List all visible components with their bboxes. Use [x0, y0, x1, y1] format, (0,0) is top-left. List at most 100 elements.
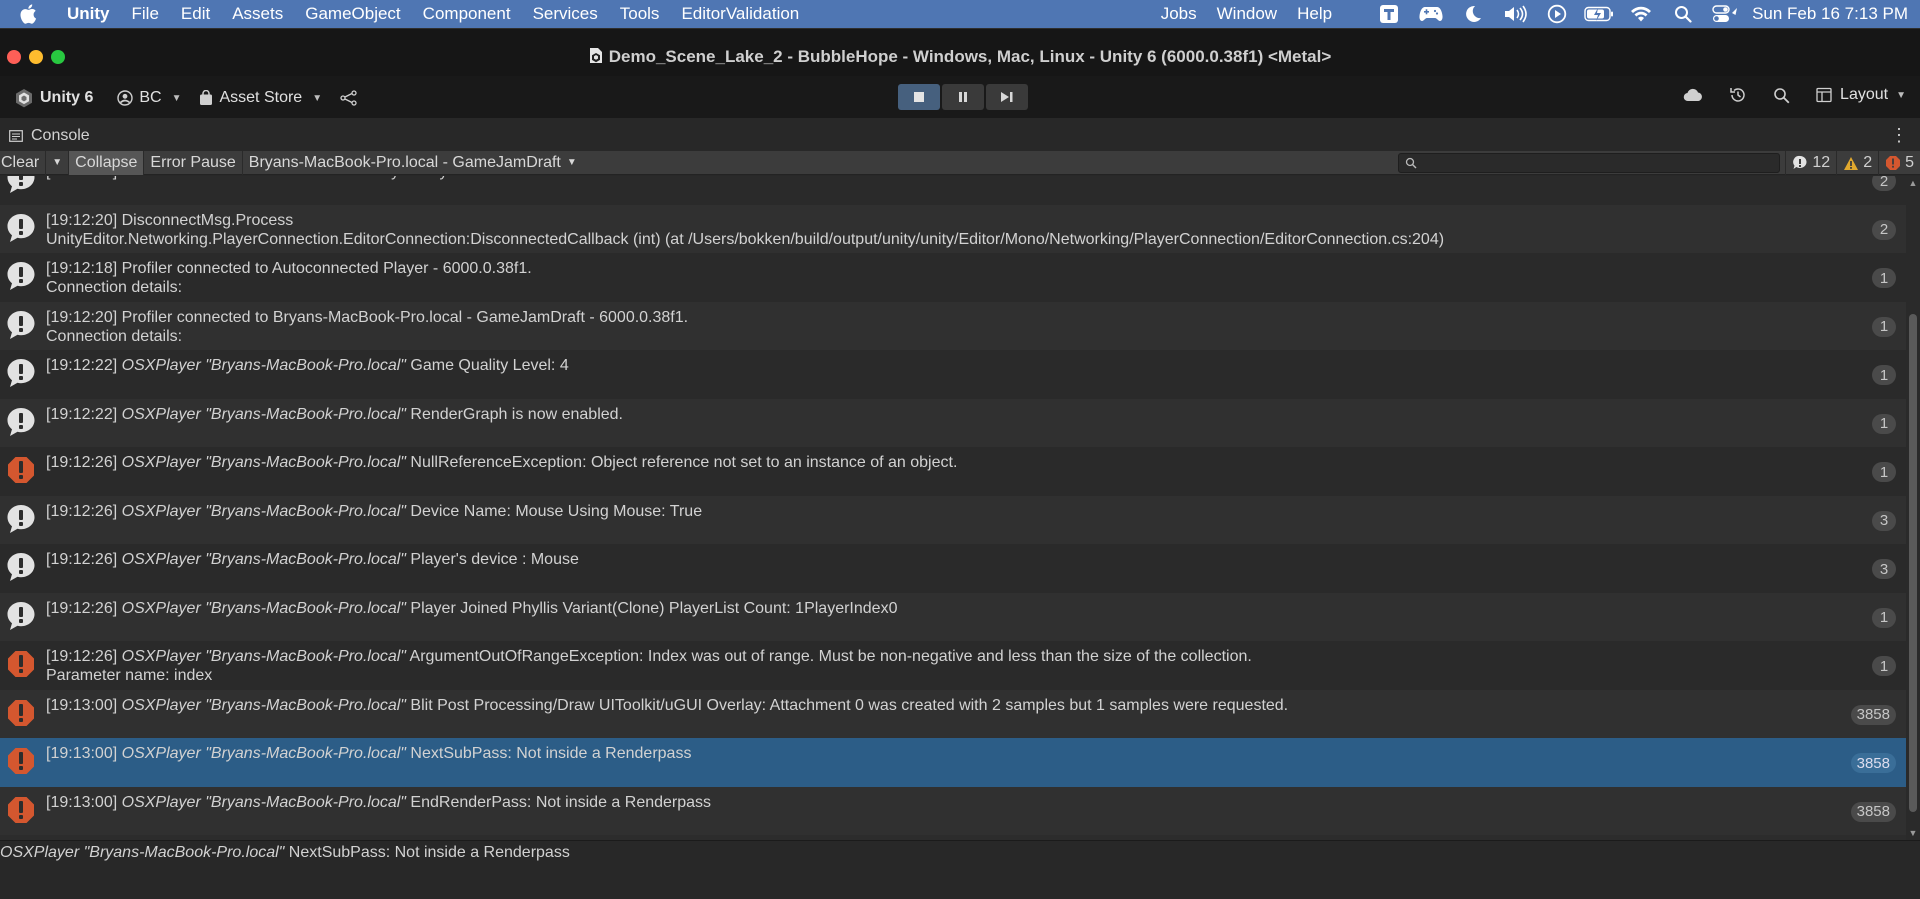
player-connection-dropdown[interactable]: Bryans-MacBook-Pro.local - GameJamDraft …	[243, 151, 583, 175]
log-entry-line1: [19:12:26] OSXPlayer "Bryans-MacBook-Pro…	[46, 599, 897, 618]
log-entry-prefix: [19:12:20] Profiler connected to Bryans-…	[46, 308, 689, 326]
unity-scene-icon	[589, 47, 603, 69]
collapse-toggle[interactable]: Collapse	[69, 150, 145, 175]
log-entry-origin: OSXPlayer "Bryans-MacBook-Pro.local"	[121, 745, 406, 762]
log-entry-line1: [19:12:26] OSXPlayer "Bryans-MacBook-Pro…	[46, 502, 702, 521]
search-icon[interactable]	[1773, 87, 1790, 104]
log-entry-origin: OSXPlayer "Bryans-MacBook-Pro.local"	[121, 551, 406, 568]
menu-tools[interactable]: Tools	[609, 4, 671, 24]
menu-app-unity[interactable]: Unity	[56, 4, 121, 24]
warning-icon	[1844, 156, 1859, 170]
error-toggle[interactable]: 5	[1878, 151, 1920, 175]
menu-file[interactable]: File	[121, 4, 170, 24]
status-icons	[1368, 0, 1746, 28]
scroll-up-icon[interactable]: ▲	[1908, 178, 1918, 188]
error-icon	[6, 697, 36, 734]
log-entry-count-badge: 1	[1872, 413, 1896, 434]
warning-count: 2	[1863, 154, 1873, 171]
history-icon[interactable]	[1729, 86, 1747, 104]
log-entry-row[interactable]: [19:13:00] OSXPlayer "Bryans-MacBook-Pro…	[0, 689, 1906, 738]
window-title: Demo_Scene_Lake_2 - BubbleHope - Windows…	[0, 47, 1920, 69]
menu-jobs[interactable]: Jobs	[1151, 4, 1207, 24]
log-counters: 12 2 5	[1785, 151, 1920, 175]
menu-assets[interactable]: Assets	[221, 4, 294, 24]
log-entry-message: Device Name: Mouse Using Mouse: True	[405, 502, 703, 520]
menu-window[interactable]: Window	[1207, 4, 1287, 24]
layout-icon	[1816, 87, 1832, 103]
log-entry-line1: [19:12:20] DisconnectMsg.Process	[46, 211, 1444, 230]
apple-menu-icon[interactable]	[0, 4, 56, 24]
moon-icon[interactable]	[1452, 0, 1494, 28]
info-icon	[6, 176, 36, 200]
menu-editorvalidation[interactable]: EditorValidation	[670, 4, 810, 24]
warning-toggle[interactable]: 2	[1836, 151, 1878, 175]
menu-edit[interactable]: Edit	[170, 4, 221, 24]
log-entry-row[interactable]: [19:13:00] OSXPlayer "Bryans-MacBook-Pro…	[0, 786, 1906, 835]
log-entry-line1: [19:12:18] Profiler connected to Autocon…	[46, 259, 532, 278]
step-button[interactable]	[986, 84, 1028, 110]
menu-help[interactable]: Help	[1287, 4, 1342, 24]
clear-button[interactable]: Clear	[0, 150, 47, 175]
chevron-down-icon: ▼	[312, 92, 323, 104]
log-entry-message: RenderGraph is now enabled.	[405, 405, 623, 423]
log-entry-row[interactable]: [19:12:18] Profiler connected to Autocon…	[0, 253, 1906, 302]
log-entry-row[interactable]: [19:12:26] OSXPlayer "Bryans-MacBook-Pro…	[0, 447, 1906, 496]
clear-options-dropdown[interactable]: ▼	[46, 150, 70, 175]
volume-icon[interactable]	[1494, 0, 1536, 28]
log-list-scrollbar[interactable]: ▲ ▼	[1906, 176, 1920, 840]
log-entry-row[interactable]: [19:13:00] OSXPlayer "Bryans-MacBook-Pro…	[0, 738, 1906, 787]
log-entry-row[interactable]: [19:12:20] Profiler has autoconnected to…	[0, 176, 1906, 205]
console-search-input[interactable]	[1399, 154, 1779, 172]
log-entry-count-badge: 3	[1872, 510, 1896, 531]
log-entry-row[interactable]: [19:12:26] OSXPlayer "Bryans-MacBook-Pro…	[0, 495, 1906, 544]
account-dropdown[interactable]: BC ▼	[111, 86, 193, 110]
log-entry-line1: [19:13:00] OSXPlayer "Bryans-MacBook-Pro…	[46, 696, 1288, 715]
log-entry-prefix: [19:12:26]	[46, 502, 122, 520]
cloud-icon[interactable]	[1683, 88, 1703, 102]
battery-icon[interactable]	[1578, 0, 1620, 28]
more-options-icon[interactable]: ⋮	[1890, 126, 1908, 144]
detail-origin: OSXPlayer "Bryans-MacBook-Pro.local"	[0, 844, 285, 861]
info-toggle[interactable]: 12	[1785, 151, 1836, 175]
stop-icon	[914, 92, 924, 102]
menu-services[interactable]: Services	[522, 4, 609, 24]
menubar-clock[interactable]: Sun Feb 16 7:13 PM	[1746, 4, 1920, 24]
log-entry-row[interactable]: [19:12:26] OSXPlayer "Bryans-MacBook-Pro…	[0, 592, 1906, 641]
log-entry-message: Game Quality Level: 4	[405, 357, 569, 374]
info-icon	[1793, 155, 1807, 169]
log-entry-origin: OSXPlayer "Bryans-MacBook-Pro.local"	[121, 696, 406, 714]
log-entry-row[interactable]: [19:12:26] OSXPlayer "Bryans-MacBook-Pro…	[0, 544, 1906, 593]
wifi-icon[interactable]	[1620, 0, 1662, 28]
gamepad-icon[interactable]	[1410, 0, 1452, 28]
asset-store-dropdown[interactable]: Asset Store ▼	[193, 86, 334, 110]
play-stop-button[interactable]	[898, 84, 940, 110]
log-entry-row[interactable]: [19:12:26] OSXPlayer "Bryans-MacBook-Pro…	[0, 641, 1906, 690]
control-center-icon[interactable]	[1704, 0, 1746, 28]
log-entry-text: [19:12:26] OSXPlayer "Bryans-MacBook-Pro…	[46, 502, 702, 521]
account-label: BC	[139, 89, 162, 106]
log-entry-row[interactable]: [19:12:22] OSXPlayer "Bryans-MacBook-Pro…	[0, 398, 1906, 447]
search-icon[interactable]	[1662, 0, 1704, 28]
menu-component[interactable]: Component	[412, 4, 522, 24]
log-detail-text[interactable]: OSXPlayer "Bryans-MacBook-Pro.local" Nex…	[0, 844, 570, 862]
error-pause-toggle[interactable]: Error Pause	[144, 150, 243, 175]
log-entry-line1: [19:12:26] OSXPlayer "Bryans-MacBook-Pro…	[46, 647, 1252, 666]
layout-dropdown[interactable]: Layout ▼	[1816, 86, 1906, 104]
pause-button[interactable]	[942, 84, 984, 110]
version-control-button[interactable]	[334, 86, 370, 110]
scrollbar-thumb[interactable]	[1909, 314, 1917, 812]
tab-console[interactable]: Console	[0, 127, 90, 145]
mac-menubar: Unity File Edit Assets GameObject Compon…	[0, 0, 1920, 28]
unity-version-button[interactable]: Unity 6	[8, 86, 105, 110]
log-entry-row[interactable]: [19:12:20] DisconnectMsg.Process UnityEdi…	[0, 204, 1906, 253]
chevron-down-icon: ▼	[566, 157, 577, 168]
play-circle-icon[interactable]	[1536, 0, 1578, 28]
log-entry-prefix: [19:12:18] Profiler connected to Autocon…	[46, 260, 532, 277]
log-entry-row[interactable]: [19:12:20] Profiler connected to Bryans-…	[0, 301, 1906, 350]
t-app-icon[interactable]	[1368, 0, 1410, 28]
menu-gameobject[interactable]: GameObject	[294, 4, 411, 24]
log-entry-line2: UnityEditor.Networking.PlayerConnection.…	[46, 230, 1445, 248]
scroll-down-icon[interactable]: ▼	[1908, 828, 1918, 838]
log-entry-row[interactable]: [19:12:22] OSXPlayer "Bryans-MacBook-Pro…	[0, 350, 1906, 399]
log-entry-count-badge: 1	[1872, 607, 1896, 628]
